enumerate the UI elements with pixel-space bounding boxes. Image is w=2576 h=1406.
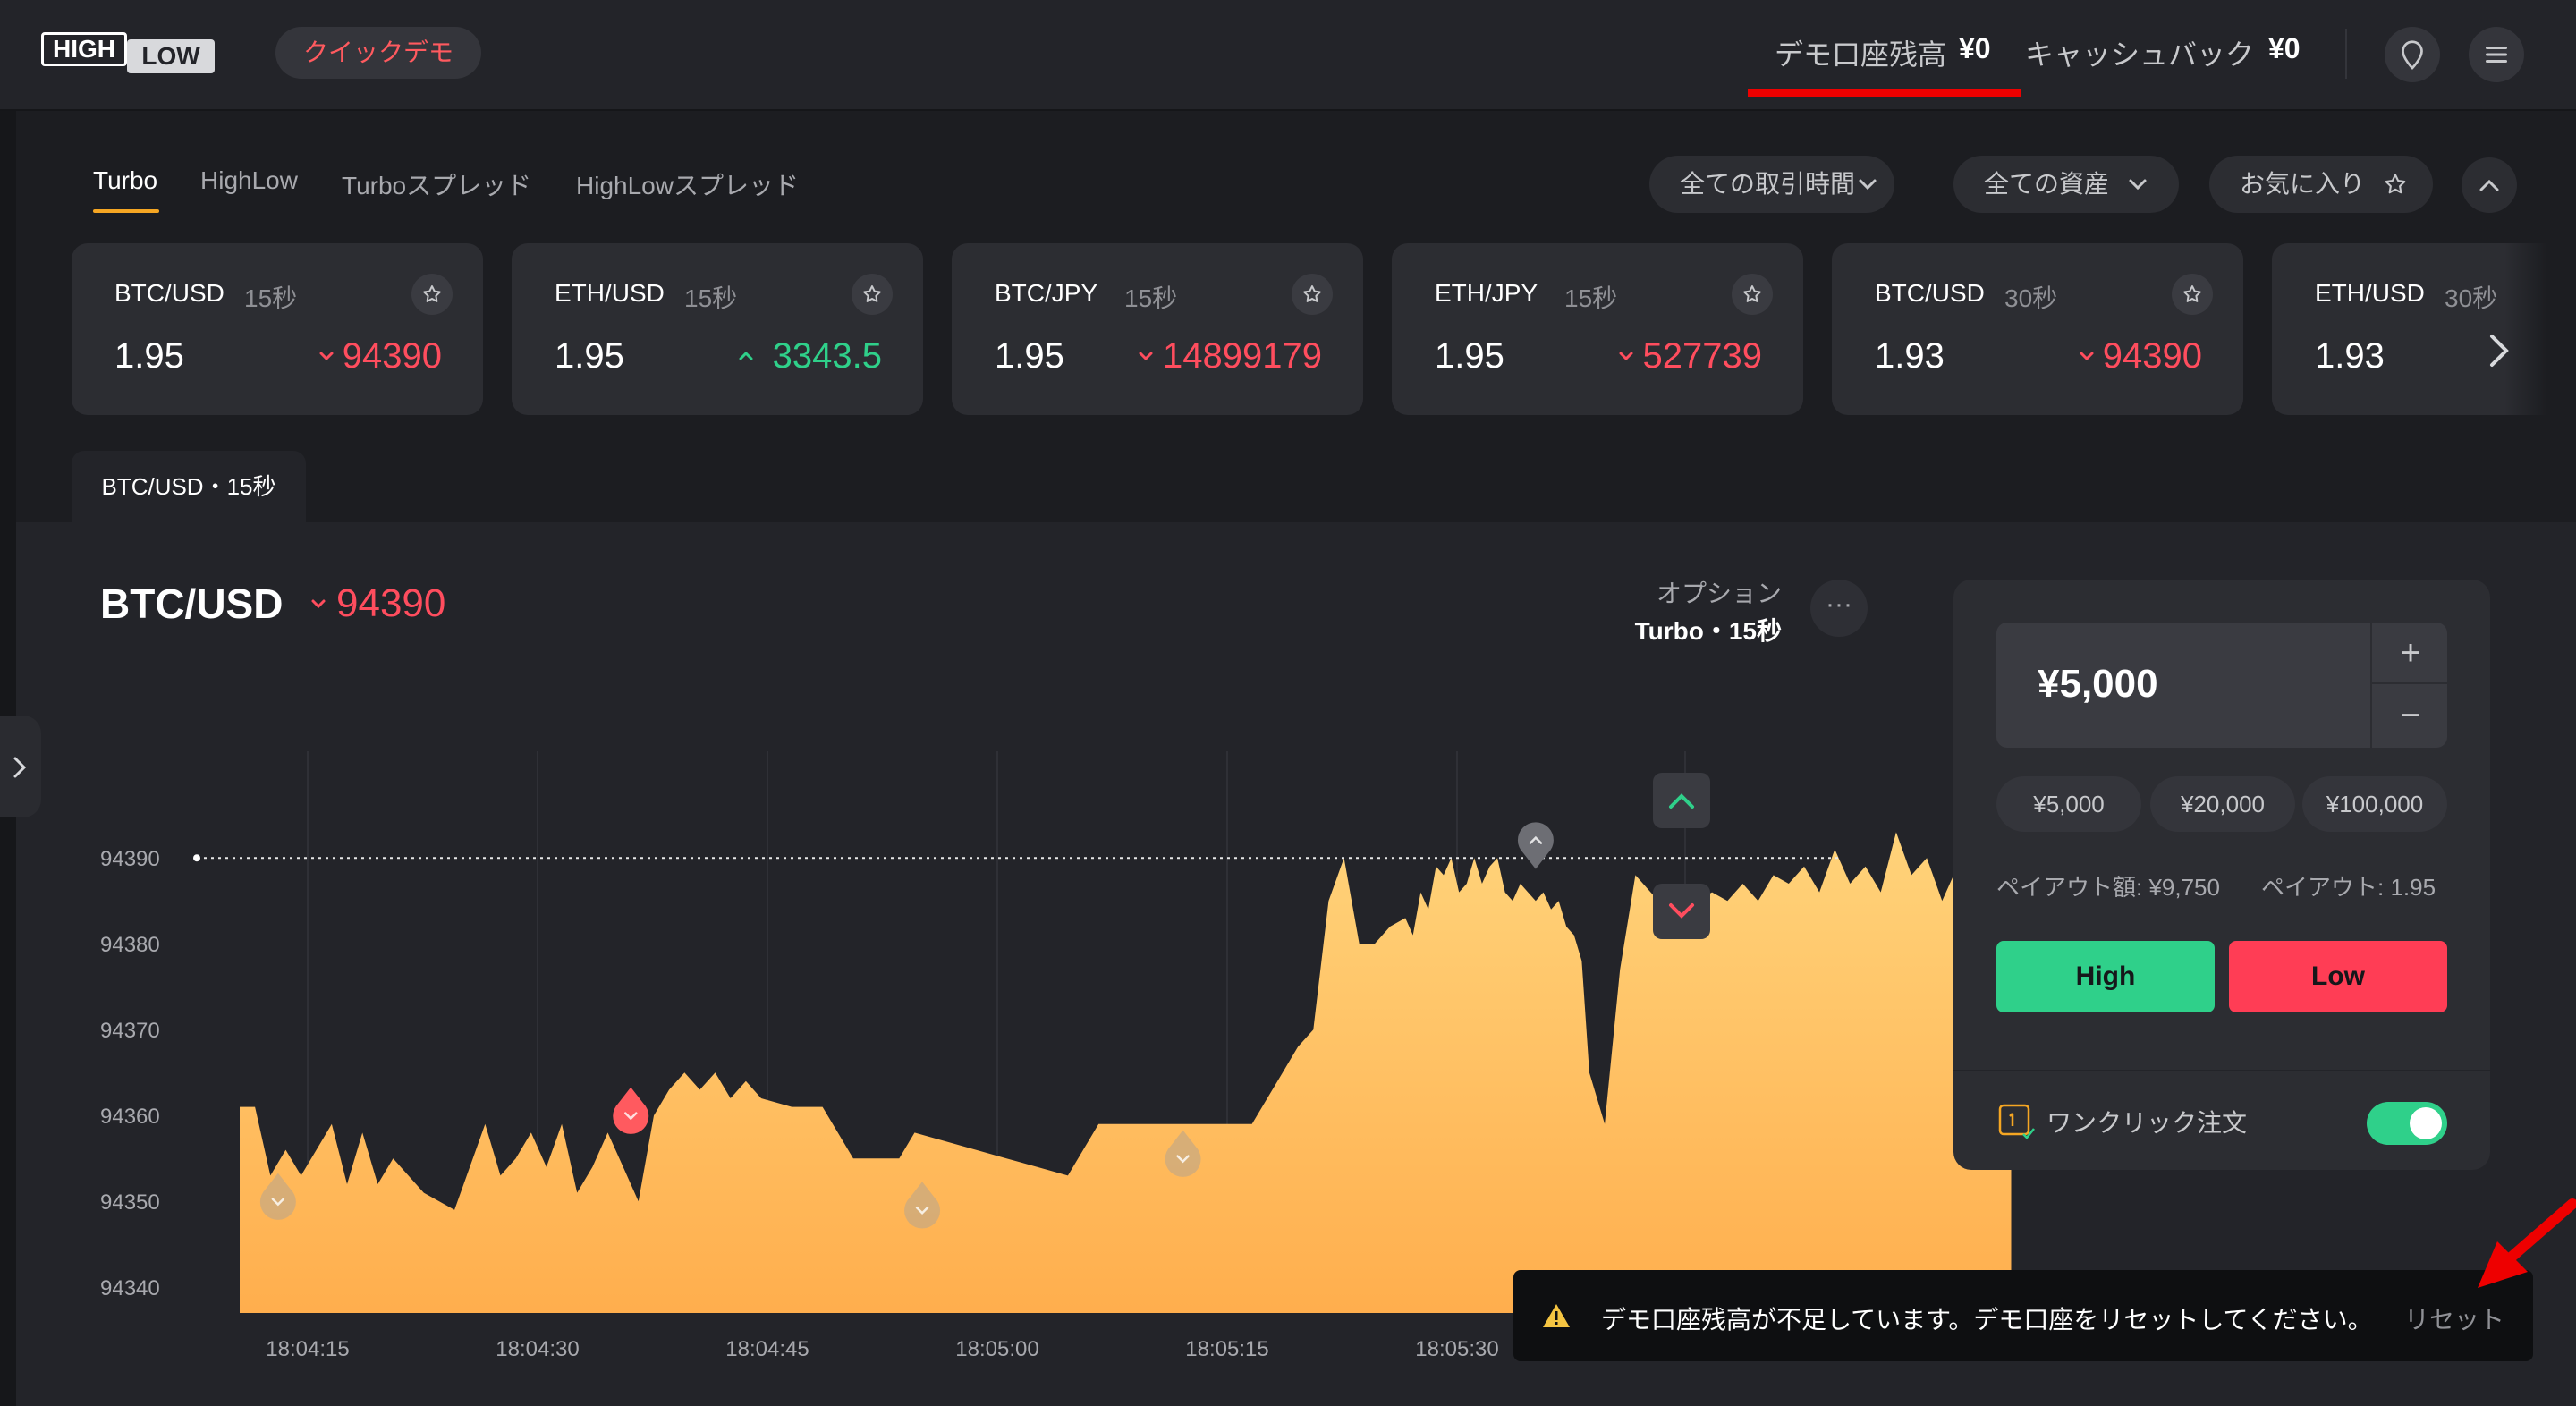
toggle-knob [2410,1107,2442,1139]
amount-decrease-button[interactable]: − [2372,686,2449,748]
y-tick-label: 94390 [100,847,160,871]
low-button[interactable]: Low [2229,941,2447,1012]
y-tick-label: 94380 [100,933,160,957]
toast-message: デモ口座残高が不足しています。デモ口座をリセットしてください。 [1601,1306,2373,1334]
investment-amount-value: ¥5,000 [2038,662,2158,706]
x-tick-label: 18:04:15 [266,1337,349,1361]
reset-demo-button[interactable]: リセット [2404,1300,2504,1336]
price-line-start-dot [193,854,200,862]
y-tick-label: 94340 [100,1276,160,1300]
payout-rate: ペイアウト: 1.95 [2261,874,2436,901]
y-tick-label: 94350 [100,1190,160,1215]
investment-amount-input[interactable]: ¥5,000 + − [1996,623,2449,748]
x-tick-label: 18:04:45 [725,1337,809,1361]
price-area [240,832,2012,1313]
x-tick-label: 18:04:30 [496,1337,579,1361]
chart-up-button[interactable] [1653,773,1710,828]
warning-icon [1543,1304,1570,1327]
trade-marker-body [1517,822,1554,869]
chart-down-button[interactable] [1653,884,1710,939]
x-tick-label: 18:05:00 [955,1337,1038,1361]
preset-amount-100000[interactable]: ¥100,000 [2302,776,2447,832]
amount-stepper: + − [2370,623,2449,748]
trade-panel-divider [1953,1070,2490,1071]
payout-amount: ペイアウト額: ¥9,750 [1996,874,2220,901]
preset-amount-5000[interactable]: ¥5,000 [1996,776,2141,832]
trade-marker[interactable] [1517,822,1554,869]
one-click-icon [1998,1104,2035,1139]
trade-marker-body [613,1087,649,1134]
y-tick-label: 94370 [100,1019,160,1043]
annotation-arrow-icon [2478,1198,2576,1288]
trade-panel: ¥5,000 + − ¥5,000 ¥20,000 ¥100,000 ペイアウト… [1953,580,2490,1170]
trade-marker[interactable] [613,1087,649,1134]
high-button[interactable]: High [1996,941,2215,1012]
preset-amount-20000[interactable]: ¥20,000 [2150,776,2295,832]
x-tick-label: 18:05:15 [1185,1337,1268,1361]
one-click-order-label: ワンクリック注文 [2046,1109,2248,1137]
insufficient-balance-toast: デモ口座残高が不足しています。デモ口座をリセットしてください。 リセット [1513,1270,2533,1361]
amount-increase-button[interactable]: + [2372,623,2449,684]
x-tick-label: 18:05:30 [1415,1337,1498,1361]
y-tick-label: 94360 [100,1105,160,1129]
one-click-order-toggle[interactable] [2367,1102,2447,1145]
